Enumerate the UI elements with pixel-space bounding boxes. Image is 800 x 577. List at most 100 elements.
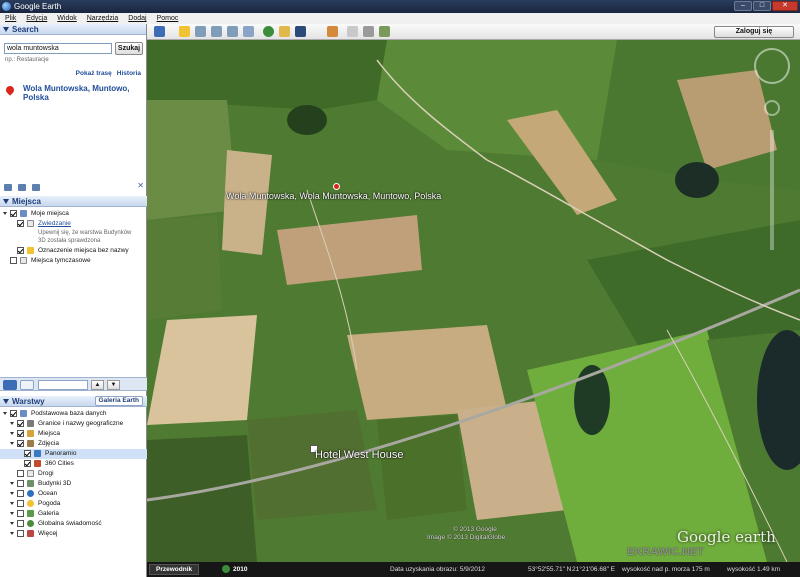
checkbox[interactable] [17,510,24,517]
layer-360-cities[interactable]: 360 Cities [0,459,147,469]
menu-tools[interactable]: Narzędzia [87,13,119,24]
more-icon [27,530,34,537]
placemark-pin-icon[interactable] [333,183,340,190]
search-button[interactable]: Szukaj [115,42,143,55]
menu-view[interactable]: Widok [57,13,76,24]
earth-gallery-button[interactable]: Galeria Earth [94,396,143,406]
search-input[interactable]: wola muntowska [4,43,112,54]
checkbox[interactable] [17,520,24,527]
history-link[interactable]: Historia [117,70,141,77]
tree-item-temporary-places[interactable]: Miejsca tymczasowe [0,256,147,266]
checkbox[interactable] [17,247,24,254]
checkbox[interactable] [10,210,17,217]
expand-icon[interactable] [10,532,14,535]
show-route-link[interactable]: Pokaż trasę [76,70,112,77]
tree-item-my-places[interactable]: Moje miejsca [0,209,147,219]
move-up-button[interactable]: ▲ [91,380,104,390]
menu-help[interactable]: Pomoc [157,13,179,24]
menu-add[interactable]: Dodaj [128,13,146,24]
clear-icon[interactable]: ✕ [137,182,144,190]
search-panel-toggle-button[interactable] [3,380,17,390]
historical-imagery-icon[interactable] [263,26,274,37]
pan-control-icon[interactable] [764,100,780,116]
print-icon[interactable] [363,26,374,37]
expand-icon[interactable] [10,442,14,445]
expand-icon[interactable] [10,422,14,425]
add-polygon-icon[interactable] [195,26,206,37]
checkbox[interactable] [17,430,24,437]
expand-icon[interactable] [10,512,14,515]
minimize-button[interactable]: – [734,1,752,11]
login-button[interactable]: Zaloguj się [714,26,794,38]
close-button[interactable]: ✕ [772,1,798,11]
move-down-button[interactable]: ▼ [107,380,120,390]
sidebar-toggle-button[interactable] [20,380,34,390]
layers-header[interactable]: Warstwy Galeria Earth [0,396,147,407]
email-icon[interactable] [347,26,358,37]
add-path-icon[interactable] [211,26,222,37]
longitude: 21°21'06.68" E [572,566,616,573]
expand-icon[interactable] [3,412,7,415]
menu-edit[interactable]: Edycja [26,13,47,24]
layer-photos[interactable]: Zdjęcia [0,439,147,449]
collapse-icon [3,27,9,32]
search-result[interactable]: Wola Muntowska, Muntowo, Polska [9,84,139,102]
zoom-slider[interactable] [770,130,774,250]
checkbox[interactable] [17,490,24,497]
layer-ocean[interactable]: Ocean [0,489,147,499]
place-label[interactable]: Wola Muntowska, Wola Muntowska, Muntowo,… [226,191,441,201]
layer-primary-database[interactable]: Podstawowa baza danych [0,409,147,419]
checkbox[interactable] [10,257,17,264]
hotel-label[interactable]: Hotel West House [315,449,403,461]
layer-global-awareness[interactable]: Globalna świadomość [0,519,147,529]
print-icon[interactable] [32,183,40,191]
layer-panoramio[interactable]: Panoramio [0,449,147,459]
add-placemark-icon[interactable] [179,26,190,37]
checkbox[interactable] [17,220,24,227]
search-header[interactable]: Search [0,24,146,35]
expand-icon[interactable] [10,522,14,525]
expand-icon[interactable] [10,482,14,485]
copy-icon[interactable] [18,183,26,191]
checkbox[interactable] [17,420,24,427]
maximize-button[interactable]: □ [753,1,771,11]
expand-icon[interactable] [3,212,7,215]
map-view[interactable]: Wola Muntowska, Wola Muntowska, Muntowo,… [147,40,800,562]
historical-imagery-icon[interactable] [222,565,230,573]
expand-icon[interactable] [10,432,14,435]
menu-file[interactable]: Plik [5,13,16,24]
expand-icon[interactable] [10,502,14,505]
panoramio-icon [34,450,41,457]
layer-more[interactable]: Więcej [0,529,147,539]
checkbox[interactable] [10,410,17,417]
checkbox[interactable] [17,530,24,537]
record-tour-icon[interactable] [243,26,254,37]
view-in-maps-icon[interactable] [379,26,390,37]
checkbox[interactable] [17,470,24,477]
checkbox[interactable] [24,450,31,457]
checkbox[interactable] [17,480,24,487]
layer-borders[interactable]: Granice i nazwy geograficzne [0,419,147,429]
window-controls: – □ ✕ [734,1,798,11]
sidebar-toggle-icon[interactable] [154,26,165,37]
ruler-icon[interactable] [327,26,338,37]
tree-item-unnamed-placemark[interactable]: Oznaczenie miejsca bez nazwy [0,246,147,256]
layer-gallery[interactable]: Galeria [0,509,147,519]
layer-3d-buildings[interactable]: Budynki 3D [0,479,147,489]
checkbox[interactable] [17,500,24,507]
expand-icon[interactable] [10,492,14,495]
checkbox[interactable] [24,460,31,467]
compass-icon[interactable] [754,48,790,84]
folder-icon[interactable] [4,183,12,191]
places-header[interactable]: Miejsca [0,196,147,207]
switch-planet-icon[interactable] [295,26,306,37]
tree-item-tour[interactable]: Zwiedzanie [0,219,147,229]
tour-guide-button[interactable]: Przewodnik [149,564,200,575]
sunlight-icon[interactable] [279,26,290,37]
layer-weather[interactable]: Pogoda [0,499,147,509]
add-overlay-icon[interactable] [227,26,238,37]
places-search-field[interactable] [38,380,88,390]
checkbox[interactable] [17,440,24,447]
layer-places[interactable]: Miejsca [0,429,147,439]
layer-roads[interactable]: Drogi [0,469,147,479]
